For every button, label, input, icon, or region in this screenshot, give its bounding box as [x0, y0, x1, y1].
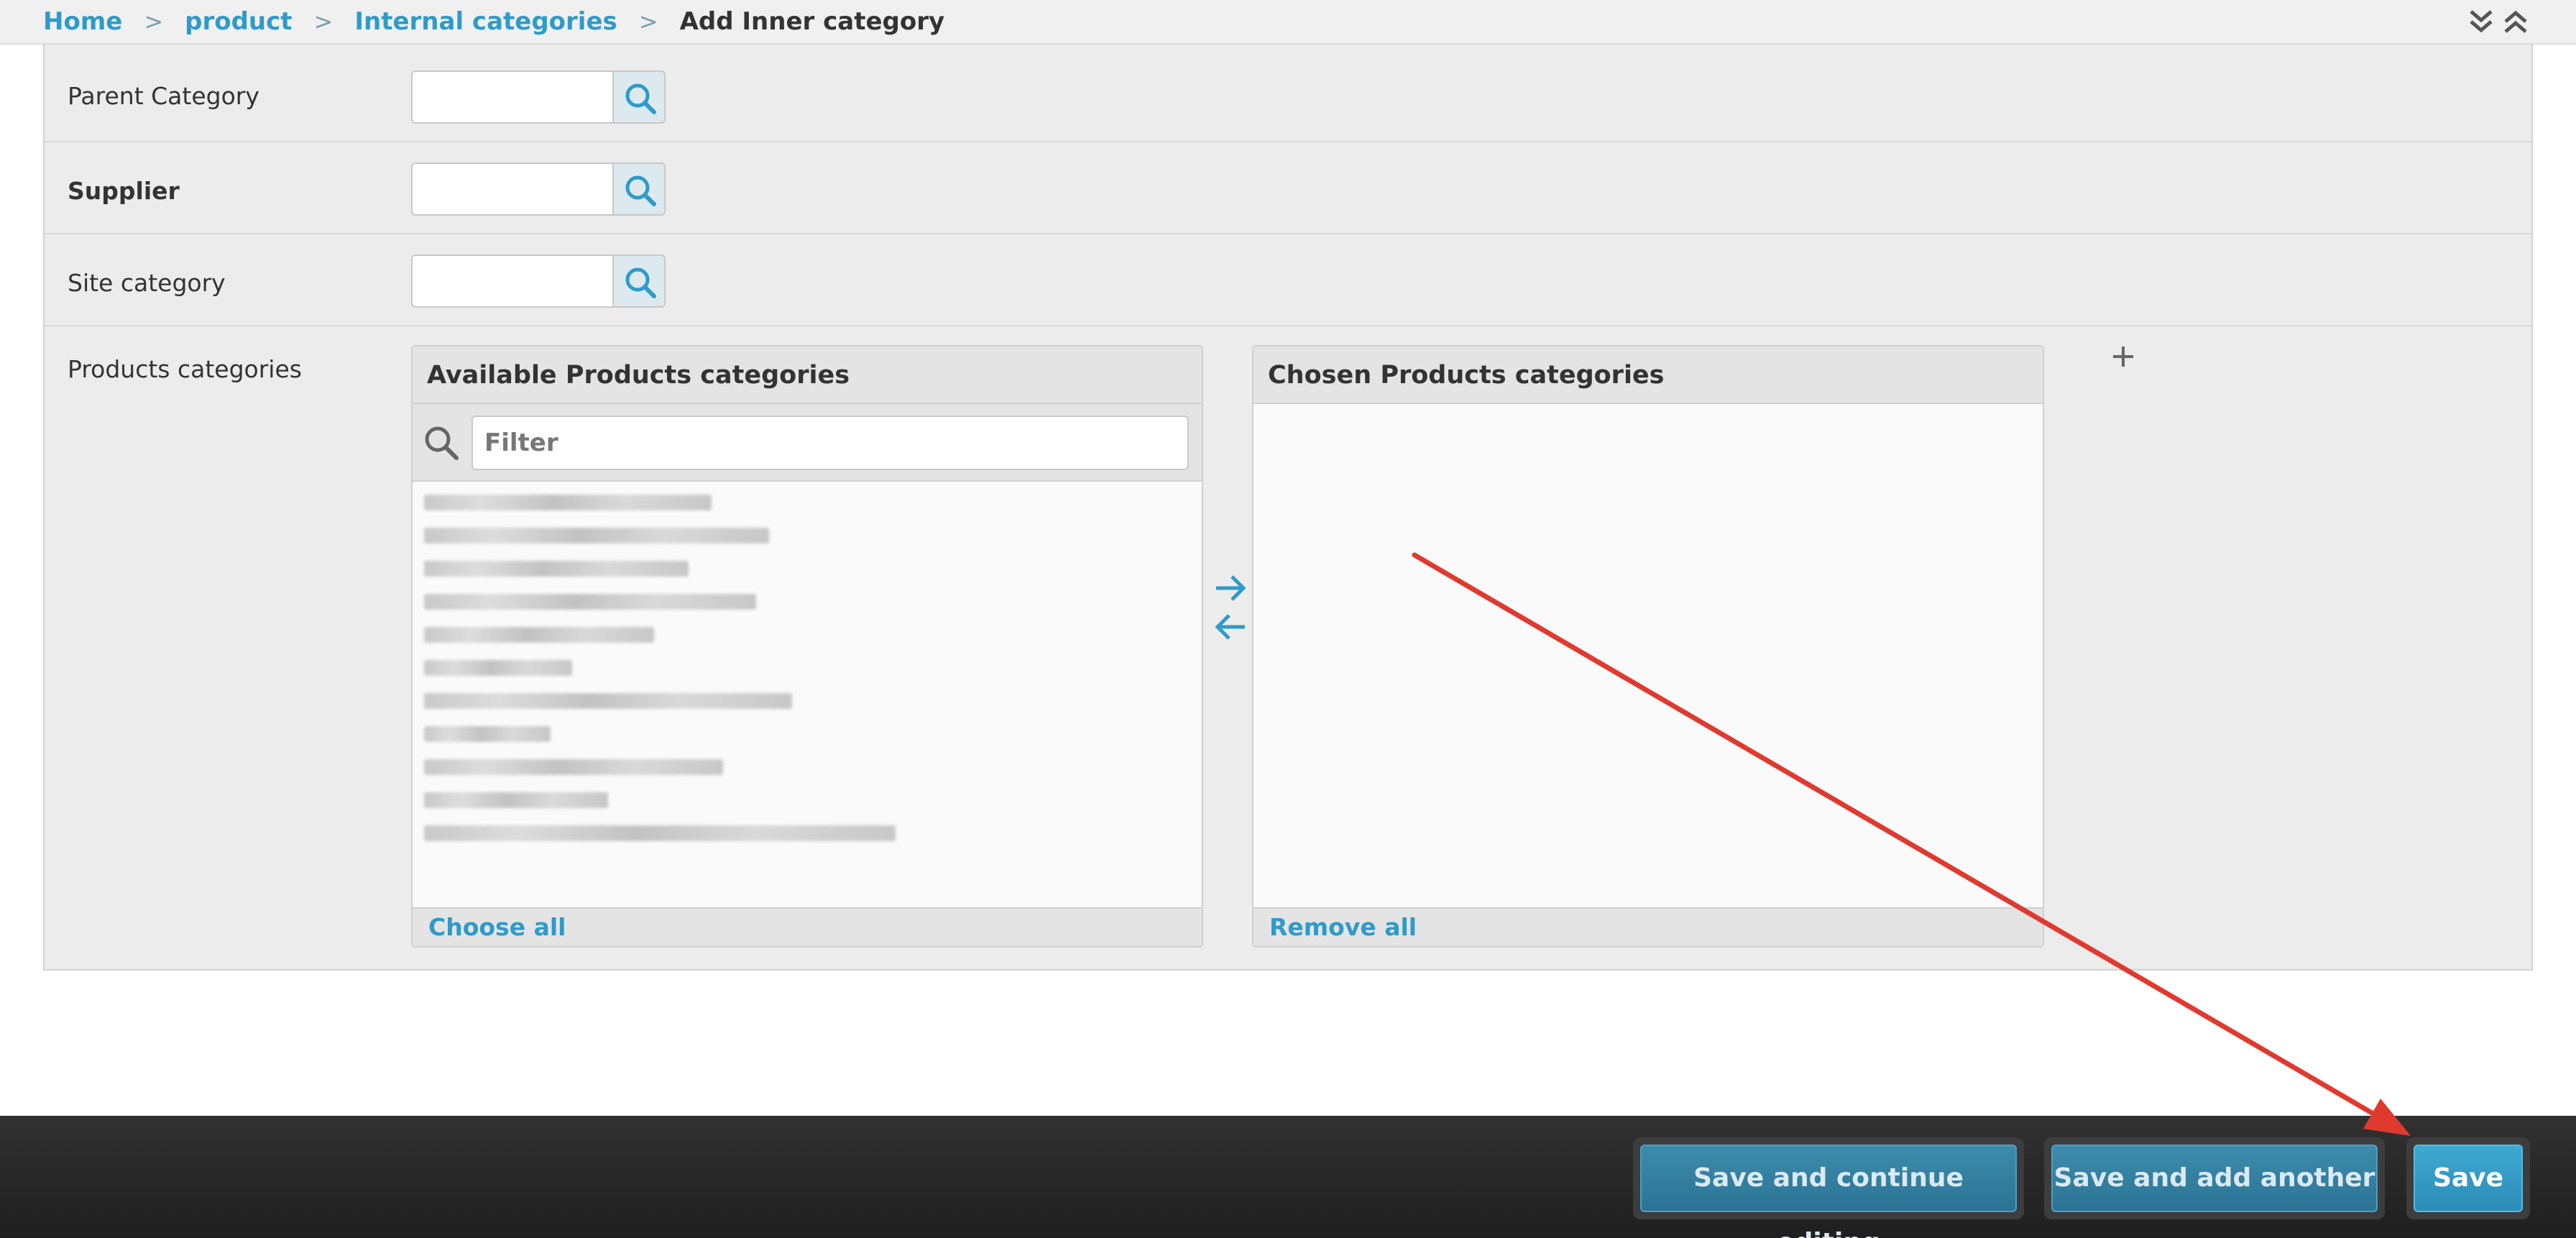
parent-category-label: Parent Category — [68, 82, 259, 110]
add-icon[interactable] — [2109, 342, 2138, 371]
parent-category-lookup-button[interactable] — [612, 70, 666, 124]
collapse-all-icon[interactable] — [2503, 7, 2529, 36]
collapse-controls — [2468, 7, 2533, 36]
supplier-label: Supplier — [68, 177, 180, 205]
search-icon — [625, 83, 656, 114]
parent-category-input[interactable] — [411, 70, 614, 124]
breadcrumb-separator: > — [638, 8, 658, 35]
list-item[interactable] — [424, 627, 654, 643]
list-item[interactable] — [424, 825, 896, 841]
search-icon — [425, 426, 459, 460]
site-category-input[interactable] — [411, 255, 614, 308]
site-category-lookup — [411, 255, 666, 308]
list-item[interactable] — [424, 528, 769, 544]
form-row-supplier: Supplier — [45, 142, 2531, 234]
filter-input[interactable]: Filter — [472, 416, 1189, 470]
breadcrumb-current: Add Inner category — [679, 7, 945, 36]
supplier-input[interactable] — [411, 162, 614, 216]
arrow-left-icon[interactable] — [1213, 611, 1248, 643]
remove-all-link[interactable]: Remove all — [1254, 907, 2043, 946]
available-categories-box: Available Products categories Filter Cho… — [411, 345, 1203, 948]
breadcrumb-home-link[interactable]: Home — [43, 7, 122, 36]
site-category-lookup-button[interactable] — [612, 255, 666, 308]
form-fieldset: Parent Category Supplier Site category P… — [43, 45, 2533, 971]
available-categories-title: Available Products categories — [413, 347, 1202, 404]
save-add-another-frame: Save and add another — [2044, 1137, 2385, 1219]
supplier-lookup — [411, 162, 666, 216]
chosen-categories-box: Chosen Products categories Remove all — [1252, 345, 2044, 948]
breadcrumb-separator: > — [144, 8, 164, 35]
list-item[interactable] — [424, 759, 723, 775]
list-item[interactable] — [424, 594, 756, 610]
save-and-continue-button[interactable]: Save and continue editing — [1640, 1145, 2017, 1238]
filter-bar: Filter — [413, 404, 1202, 482]
breadcrumb: Home > product > Internal categories > Add Inn… — [43, 6, 944, 37]
chosen-categories-title: Chosen Products categories — [1254, 347, 2043, 404]
list-item[interactable] — [424, 693, 792, 709]
list-item[interactable] — [424, 726, 551, 742]
search-icon — [625, 267, 656, 298]
supplier-lookup-button[interactable] — [612, 162, 666, 216]
parent-category-lookup — [411, 70, 666, 124]
list-item[interactable] — [424, 792, 608, 808]
form-row-site-category: Site category — [45, 234, 2531, 326]
available-categories-list[interactable] — [413, 483, 1202, 909]
breadcrumb-model-link[interactable]: Internal categories — [354, 7, 617, 36]
save-continue-frame: Save and continue editing — [1633, 1137, 2024, 1238]
expand-all-icon[interactable] — [2468, 7, 2494, 36]
list-item[interactable] — [424, 660, 572, 676]
save-and-add-another-button[interactable]: Save and add another — [2051, 1145, 2378, 1212]
products-categories-label: Products categories — [68, 355, 302, 383]
choose-all-link[interactable]: Choose all — [413, 907, 1202, 946]
breadcrumb-separator: > — [313, 8, 334, 35]
submit-row: Save and continue editing Save and add a… — [0, 1116, 2576, 1238]
selector-arrows — [1209, 572, 1252, 651]
chosen-categories-list[interactable] — [1254, 404, 2043, 909]
list-item[interactable] — [424, 561, 689, 577]
site-category-label: Site category — [68, 269, 226, 297]
arrow-right-icon[interactable] — [1213, 572, 1248, 604]
breadcrumb-app-link[interactable]: product — [185, 7, 292, 36]
save-frame: Save — [2406, 1137, 2530, 1219]
breadcrumb-bar: Home > product > Internal categories > Add Inn… — [0, 0, 2576, 45]
list-item[interactable] — [424, 495, 712, 510]
form-row-parent-category: Parent Category — [45, 45, 2531, 142]
save-button[interactable]: Save — [2414, 1145, 2523, 1212]
form-row-products-categories: Products categories Available Products c… — [45, 326, 2531, 971]
search-icon — [625, 175, 656, 206]
